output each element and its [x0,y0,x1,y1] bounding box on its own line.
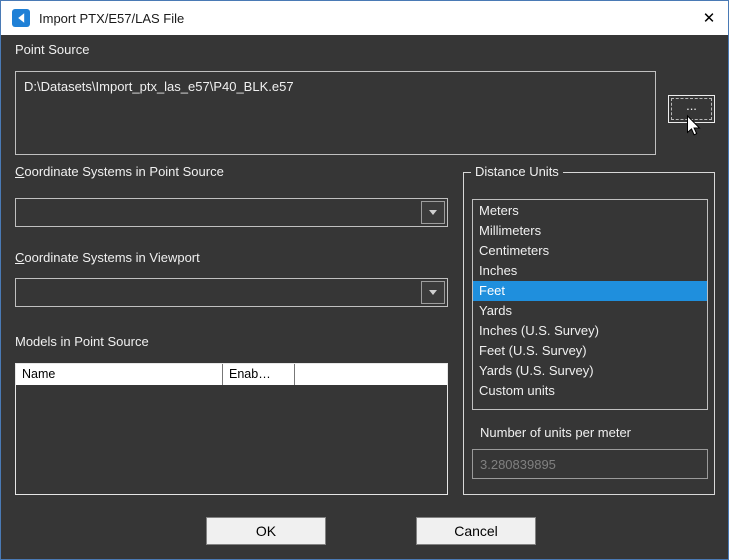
models-table-body[interactable] [16,385,447,494]
column-header-enabled: Enab… [223,364,295,385]
browse-button-label: ... [686,98,697,113]
distance-unit-option[interactable]: Meters [473,201,707,221]
browse-button[interactable]: ... [668,95,715,123]
distance-unit-option[interactable]: Millimeters [473,221,707,241]
distance-unit-option[interactable]: Inches (U.S. Survey) [473,321,707,341]
distance-unit-option[interactable]: Inches [473,261,707,281]
distance-units-listbox[interactable]: Meters Millimeters Centimeters Inches Fe… [472,199,708,410]
ok-button[interactable]: OK [206,517,326,545]
distance-unit-option[interactable]: Feet (U.S. Survey) [473,341,707,361]
distance-unit-option[interactable]: Feet [473,281,707,301]
coordinate-systems-viewport-label: Coordinate Systems in Viewport [15,250,200,265]
titlebar: Import PTX/E57/LAS File ✕ [1,1,728,35]
close-button[interactable]: ✕ [695,4,723,32]
coordinate-systems-point-source-label: Coordinate Systems in Point Source [15,164,224,179]
models-table: Name Enab… [15,363,448,495]
models-label: Models in Point Source [15,334,149,349]
distance-unit-option[interactable]: Centimeters [473,241,707,261]
app-icon [12,9,30,27]
cancel-button[interactable]: Cancel [416,517,536,545]
distance-unit-option[interactable]: Yards (U.S. Survey) [473,361,707,381]
chevron-down-glyph [429,210,437,215]
import-dialog: Import PTX/E57/LAS File ✕ Point Source D… [0,0,729,560]
models-table-header: Name Enab… [16,364,447,385]
distance-unit-option[interactable]: Yards [473,301,707,321]
close-icon: ✕ [703,9,716,27]
distance-units-group: Distance Units Meters Millimeters Centim… [463,172,715,495]
chevron-down-icon[interactable] [421,281,445,304]
units-per-meter-label: Number of units per meter [480,425,631,440]
units-per-meter-input [472,449,708,479]
distance-unit-option[interactable]: Custom units [473,381,707,401]
chevron-down-icon[interactable] [421,201,445,224]
chevron-down-glyph [429,290,437,295]
window-title: Import PTX/E57/LAS File [39,11,184,26]
distance-units-label: Distance Units [471,164,563,179]
point-source-path: D:\Datasets\Import_ptx_las_e57\P40_BLK.e… [24,79,294,94]
coordinate-systems-point-source-select[interactable] [15,198,448,227]
point-source-label: Point Source [15,42,89,57]
point-source-field[interactable]: D:\Datasets\Import_ptx_las_e57\P40_BLK.e… [15,71,656,155]
column-header-name: Name [16,364,223,385]
coordinate-systems-viewport-select[interactable] [15,278,448,307]
